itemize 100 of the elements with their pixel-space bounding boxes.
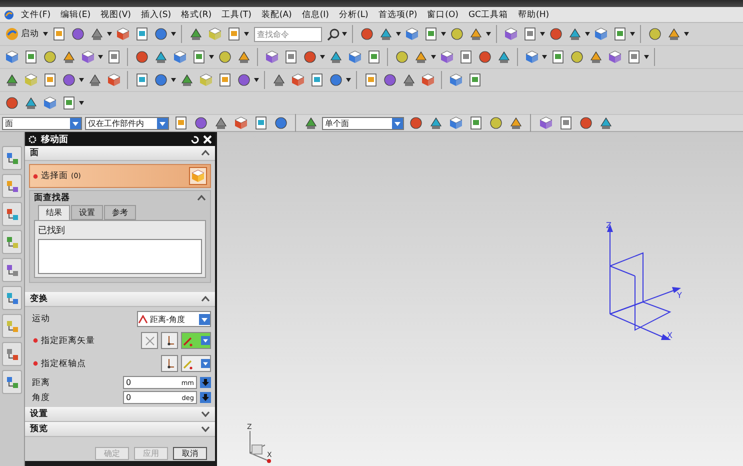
point-dialog-button[interactable] <box>161 355 178 372</box>
cube-icon[interactable] <box>263 48 280 66</box>
menu-item[interactable]: 编辑(E) <box>58 8 94 20</box>
cube-icon[interactable] <box>502 26 519 42</box>
cube-icon[interactable] <box>232 114 249 132</box>
dropdown-caret-icon[interactable] <box>644 55 649 59</box>
sphere-icon[interactable] <box>448 26 465 42</box>
motion-dropdown[interactable]: 距离-角度 <box>137 311 211 327</box>
tab[interactable]: 参考 <box>104 205 136 220</box>
sphere-icon[interactable] <box>3 94 20 112</box>
dropdown-caret-icon[interactable] <box>396 32 401 36</box>
sphere-icon[interactable] <box>152 26 169 42</box>
arrow-down-icon[interactable] <box>200 392 211 403</box>
dropdown-caret-icon[interactable] <box>542 55 547 59</box>
menu-item[interactable]: 文件(F) <box>18 8 54 20</box>
sphere-icon[interactable] <box>272 114 289 132</box>
dropdown-caret-icon[interactable] <box>107 32 112 36</box>
type-filter-dropdown[interactable]: 面 <box>2 116 82 130</box>
sphere-icon[interactable] <box>487 114 504 132</box>
expand-chevron-icon[interactable] <box>201 426 210 432</box>
dropdown-caret-icon[interactable] <box>431 55 436 59</box>
sphere-icon[interactable] <box>393 48 410 66</box>
cube-icon[interactable] <box>438 48 455 66</box>
sphere-icon[interactable] <box>69 26 86 42</box>
arrow-down-icon[interactable] <box>200 377 211 388</box>
cube-icon[interactable] <box>447 72 464 88</box>
cube-icon[interactable] <box>403 26 420 42</box>
menu-item[interactable]: 帮助(H) <box>515 8 552 20</box>
cube-icon[interactable] <box>114 26 131 42</box>
vector-type-button[interactable] <box>181 332 211 349</box>
menu-item[interactable]: 首选项(P) <box>375 8 420 20</box>
cube-icon[interactable] <box>606 48 623 66</box>
cube-icon[interactable] <box>79 48 96 66</box>
collapse-chevron-icon[interactable] <box>201 296 210 302</box>
cube-icon[interactable] <box>3 48 20 66</box>
point-type-button[interactable] <box>181 355 211 372</box>
vector-dialog-button[interactable] <box>161 332 178 349</box>
sphere-icon[interactable] <box>568 48 585 66</box>
cube-icon[interactable] <box>206 26 223 42</box>
dropdown-caret-icon[interactable] <box>540 32 545 36</box>
sphere-icon[interactable] <box>547 26 564 42</box>
sphere-icon[interactable] <box>235 72 252 88</box>
menu-item[interactable]: 装配(A) <box>258 8 295 20</box>
resource-tab[interactable] <box>2 202 22 226</box>
command-search-field[interactable]: 查找命令 <box>254 26 322 42</box>
found-list[interactable] <box>38 239 202 274</box>
app-logo-icon[interactable] <box>4 10 14 20</box>
menu-item[interactable]: 视图(V) <box>98 8 134 20</box>
resource-tab[interactable] <box>2 230 22 254</box>
cube-icon[interactable] <box>171 48 188 66</box>
menu-item[interactable]: 格式(R) <box>178 8 215 20</box>
cube-icon[interactable] <box>197 72 214 88</box>
dropdown-caret-icon[interactable] <box>98 55 103 59</box>
sphere-icon[interactable] <box>327 72 344 88</box>
cube-icon[interactable] <box>189 167 207 185</box>
scope-filter-dropdown[interactable]: 仅在工作部件内 <box>85 116 169 130</box>
dropdown-caret-icon[interactable] <box>441 32 446 36</box>
resource-tab[interactable] <box>2 286 22 310</box>
dropdown-caret-icon[interactable] <box>320 55 325 59</box>
collapse-chevron-icon[interactable] <box>201 150 210 156</box>
menu-item[interactable]: 插入(S) <box>138 8 174 20</box>
resource-tab[interactable] <box>2 174 22 198</box>
dropdown-caret-icon[interactable] <box>171 32 176 36</box>
section-header[interactable]: 变换 <box>25 292 215 307</box>
resource-tab[interactable] <box>2 258 22 282</box>
section-header[interactable]: 面 <box>25 146 215 161</box>
cube-icon[interactable] <box>289 72 306 88</box>
tab[interactable]: 结果 <box>38 205 70 220</box>
dropdown-caret-icon[interactable] <box>346 78 351 82</box>
reverse-button[interactable] <box>141 332 158 349</box>
face-rule-dropdown[interactable]: 单个面 <box>322 116 404 130</box>
cube-icon[interactable] <box>537 114 554 132</box>
dropdown-caret-icon[interactable] <box>684 32 689 36</box>
menu-item[interactable]: 窗口(O) <box>424 8 462 20</box>
dropdown-caret-icon[interactable] <box>244 32 249 36</box>
resource-tab[interactable] <box>2 342 22 366</box>
menu-item[interactable]: 信息(I) <box>298 8 332 20</box>
cube-icon[interactable] <box>105 72 122 88</box>
sphere-icon[interactable] <box>358 26 375 42</box>
dropdown-caret-icon[interactable] <box>486 32 491 36</box>
sphere-icon[interactable] <box>476 48 493 66</box>
reset-icon[interactable] <box>190 134 199 144</box>
tab[interactable]: 设置 <box>71 205 103 220</box>
close-icon[interactable] <box>203 134 212 144</box>
sphere-icon[interactable] <box>577 114 594 132</box>
dropdown-caret-icon[interactable] <box>79 101 84 105</box>
sphere-icon[interactable] <box>152 72 169 88</box>
dropdown-caret-icon[interactable] <box>79 78 84 82</box>
sphere-icon[interactable] <box>41 48 58 66</box>
cube-icon[interactable] <box>523 48 540 66</box>
sphere-icon[interactable] <box>60 72 77 88</box>
dropdown-caret-icon[interactable] <box>209 55 214 59</box>
dropdown-caret-icon[interactable] <box>43 32 48 36</box>
dropdown-caret-icon[interactable] <box>342 32 347 36</box>
dropdown-caret-icon[interactable] <box>171 78 176 82</box>
section-header[interactable]: 设置 <box>25 407 215 422</box>
sphere-icon[interactable] <box>192 114 209 132</box>
dialog-button[interactable]: 取消 <box>173 447 207 460</box>
search-icon[interactable] <box>327 28 340 40</box>
collapse-chevron-icon[interactable] <box>197 195 206 201</box>
